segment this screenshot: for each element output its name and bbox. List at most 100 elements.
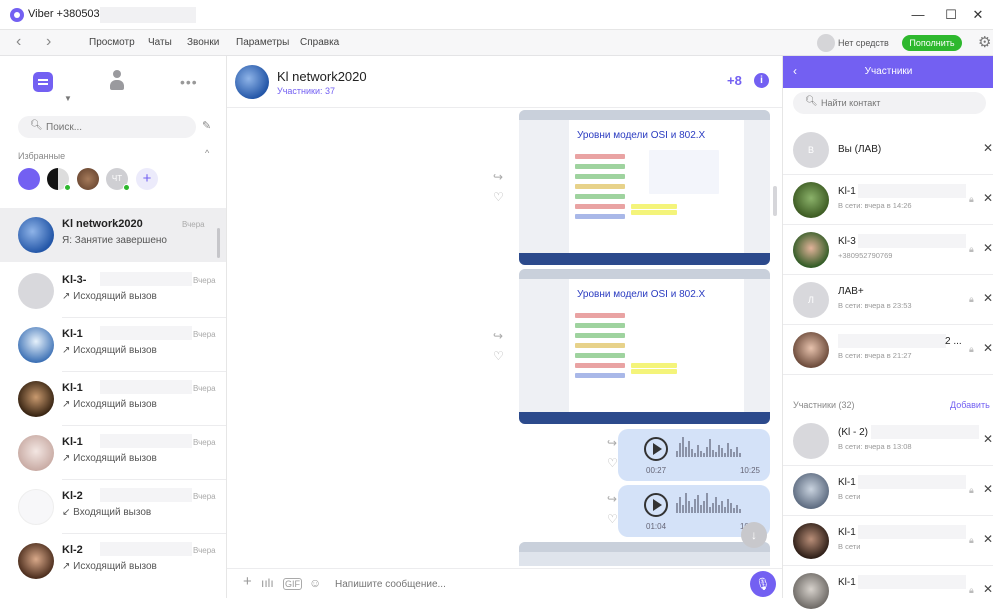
chats-tab-icon[interactable] — [33, 72, 53, 92]
menu-calls[interactable]: Звонки — [187, 37, 219, 48]
participant-status: В сети: вчера в 13:08 — [838, 442, 912, 451]
forward-icon[interactable]: ↪ — [607, 436, 617, 450]
message-input[interactable] — [335, 576, 715, 592]
participant-row[interactable]: Kl-3 +380952790769 🔒︎ ✕ — [783, 225, 993, 275]
participant-row[interactable]: Л ЛАВ+ В сети: вчера в 23:53 🔒︎ ✕ — [783, 275, 993, 325]
forward-icon[interactable]: ↪ — [493, 170, 503, 184]
close-icon[interactable]: ✕ — [983, 482, 993, 496]
contacts-tab-icon[interactable] — [110, 70, 124, 92]
participant-name: ЛАВ+ — [838, 286, 864, 297]
chat-preview: ↙ Входящий вызов — [62, 507, 152, 518]
favorite-notes[interactable] — [18, 168, 40, 190]
topup-button[interactable]: Пополнить — [902, 35, 962, 51]
redacted-name — [100, 272, 192, 286]
group-avatar[interactable] — [235, 65, 269, 99]
close-icon[interactable]: ✕ — [983, 532, 993, 546]
search-input[interactable] — [46, 119, 186, 135]
chevron-down-icon[interactable]: ▼ — [64, 94, 72, 103]
favorite-contact-2[interactable] — [77, 168, 99, 190]
scrollbar[interactable] — [773, 186, 777, 216]
chevron-up-icon[interactable]: ^ — [205, 148, 209, 158]
participant-row[interactable]: 2 ... В сети: вчера в 21:27 🔒︎ ✕ — [783, 325, 993, 375]
redacted-name — [100, 380, 192, 394]
new-chat-icon[interactable]: ✎ — [202, 119, 211, 132]
redacted-name — [858, 575, 966, 589]
plus-icon[interactable]: + — [243, 573, 252, 590]
back-arrow-icon[interactable]: ‹ — [16, 33, 21, 51]
avatar — [18, 327, 54, 363]
participants-section-label: Участники (32) — [793, 400, 855, 410]
forward-arrow-icon[interactable]: › — [46, 33, 51, 51]
favorite-contact-1[interactable] — [47, 168, 71, 191]
minimize-button[interactable]: — — [906, 4, 930, 26]
close-icon[interactable]: ✕ — [983, 432, 993, 446]
chat-row[interactable]: Kl-1 Вчера ↗ Исходящий вызов — [0, 372, 226, 426]
close-icon[interactable]: ✕ — [983, 191, 993, 205]
scroll-down-icon[interactable]: ↓ — [741, 522, 767, 548]
close-icon[interactable]: ✕ — [983, 141, 993, 155]
add-participant-button[interactable]: Добавить — [950, 400, 990, 410]
participant-row[interactable]: (Kl - 2) В сети: вчера в 13:08 ✕ — [783, 416, 993, 466]
chat-preview: ↗ Исходящий вызов — [62, 399, 157, 410]
participant-row[interactable]: Kl-1 В сети 🔒︎ ✕ — [783, 516, 993, 566]
add-participant-icon[interactable]: +8 — [727, 73, 742, 88]
favorite-contact-3[interactable]: ЧТ — [106, 168, 130, 191]
audio-bars-icon[interactable]: ıılı — [261, 576, 274, 590]
chat-search[interactable]: 🔍︎ — [18, 116, 196, 138]
sticker-icon[interactable]: ☺ — [309, 576, 321, 590]
chat-row[interactable]: Kl-3- Вчера ↗ Исходящий вызов — [0, 264, 226, 318]
chat-row[interactable]: Kl network2020 Вчера Я: Занятие завершен… — [0, 208, 226, 262]
menu-help[interactable]: Справка — [300, 37, 339, 48]
redacted-name — [100, 542, 192, 556]
close-icon[interactable]: ✕ — [983, 341, 993, 355]
close-icon[interactable]: ✕ — [983, 241, 993, 255]
menu-chats[interactable]: Чаты — [148, 37, 172, 48]
more-tab-icon[interactable]: ••• — [180, 74, 198, 90]
participant-search-input[interactable] — [821, 95, 971, 111]
menu-settings[interactable]: Параметры — [236, 37, 289, 48]
play-icon[interactable] — [644, 437, 668, 461]
chat-row[interactable]: Kl-1 Вчера ↗ Исходящий вызов — [0, 426, 226, 480]
chat-title[interactable]: Kl network2020 — [277, 69, 367, 84]
avatar: В — [793, 132, 829, 168]
scrollbar[interactable] — [217, 228, 220, 258]
participant-row[interactable]: Kl-1 🔒︎ ✕ — [783, 566, 993, 616]
participant-row[interactable]: Kl-1 В сети: вчера в 14:26 🔒︎ ✕ — [783, 175, 993, 225]
participant-search[interactable]: 🔍︎ — [793, 92, 986, 114]
microphone-icon[interactable]: 🎙︎ — [750, 571, 776, 597]
participant-name: Вы (ЛАВ) — [838, 144, 882, 155]
conversation-panel: Kl network2020 Участники: 37 +8 i Уровни… — [227, 56, 782, 598]
gif-icon[interactable]: GIF — [283, 578, 302, 590]
add-favorite-button[interactable]: + — [136, 168, 158, 190]
like-icon[interactable]: ♡ — [493, 349, 504, 363]
chat-row[interactable]: Kl-2 Вчера ↗ Исходящий вызов — [0, 534, 226, 588]
gear-icon[interactable]: ⚙ — [978, 33, 991, 51]
lock-icon: 🔒︎ — [969, 535, 974, 545]
like-icon[interactable]: ♡ — [607, 456, 618, 470]
close-icon[interactable]: ✕ — [983, 291, 993, 305]
participant-row[interactable]: В Вы (ЛАВ) ✕ — [783, 125, 993, 175]
info-icon[interactable]: i — [754, 73, 769, 88]
redacted-name — [871, 425, 979, 439]
forward-icon[interactable]: ↪ — [493, 329, 503, 343]
like-icon[interactable]: ♡ — [493, 190, 504, 204]
close-window-button[interactable]: ✕ — [966, 4, 990, 26]
like-icon[interactable]: ♡ — [607, 512, 618, 526]
forward-icon[interactable]: ↪ — [607, 492, 617, 506]
image-message[interactable]: Уровни модели OSI и 802.X — [519, 110, 770, 265]
voice-message[interactable]: 00:27 10:25 — [618, 429, 770, 481]
avatar — [793, 182, 829, 218]
menu-view[interactable]: Просмотр — [89, 37, 135, 48]
chat-name: Kl network2020 — [62, 218, 143, 230]
maximize-button[interactable]: ☐ — [939, 4, 963, 26]
participants-count[interactable]: Участники: 37 — [277, 86, 335, 96]
lock-icon: 🔒︎ — [969, 294, 974, 304]
chat-row[interactable]: Kl-2 Вчера ↙ Входящий вызов — [0, 480, 226, 534]
image-message[interactable] — [519, 542, 770, 566]
participant-row[interactable]: Kl-1 В сети 🔒︎ ✕ — [783, 466, 993, 516]
play-icon[interactable] — [644, 493, 668, 517]
profile-avatar[interactable] — [817, 34, 835, 52]
image-message[interactable]: Уровни модели OSI и 802.X — [519, 269, 770, 424]
close-icon[interactable]: ✕ — [983, 582, 993, 596]
chat-row[interactable]: Kl-1 Вчера ↗ Исходящий вызов — [0, 318, 226, 372]
